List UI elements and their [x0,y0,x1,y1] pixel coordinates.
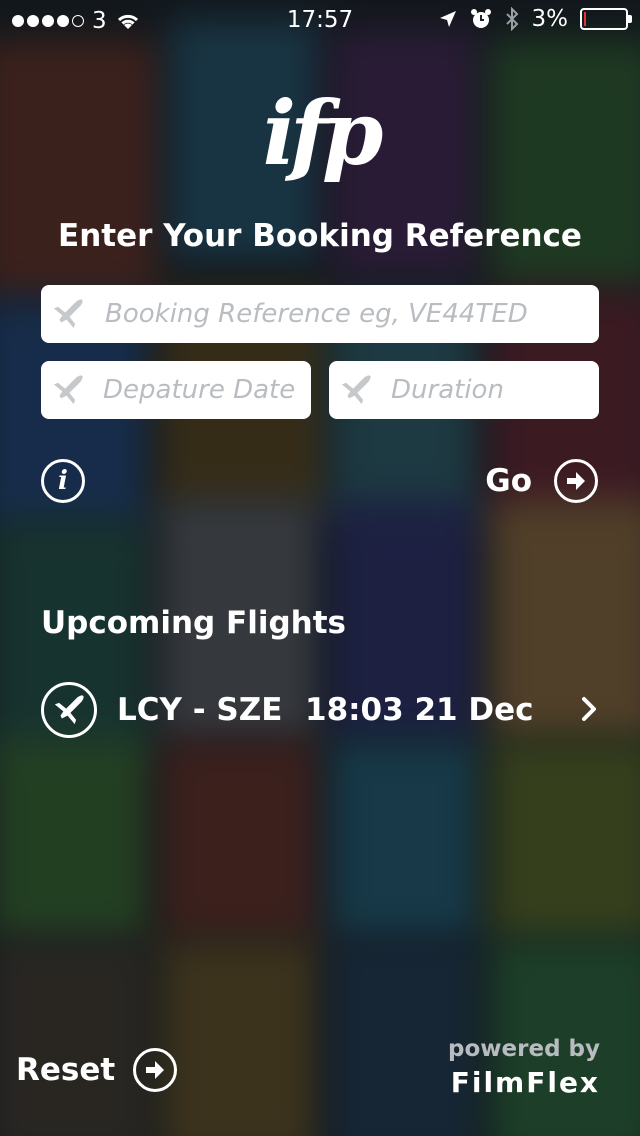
airplane-icon [53,375,83,405]
flight-route: LCY - SZE [117,692,283,728]
flight-time: 18:03 21 Dec [305,692,534,728]
info-button[interactable]: i [41,459,85,503]
powered-by-label: powered by [448,1036,600,1062]
arrow-right-circle-icon [133,1048,178,1092]
reset-button[interactable]: Reset [16,1048,178,1092]
powered-by-logo: powered by FilmFlex [448,1036,600,1099]
departure-date-placeholder: Depature Date [103,375,296,405]
duration-placeholder: Duration [391,375,504,405]
info-icon: i [58,466,68,496]
booking-title: Enter Your Booking Reference [58,218,582,254]
brand-name: FilmFlex [450,1066,600,1099]
battery-level [584,12,586,26]
alarm-icon [470,9,491,28]
status-right-group: 3% [438,6,632,32]
booking-reference-field[interactable]: Booking Reference eg, VE44TED [41,285,599,343]
upcoming-flights-heading: Upcoming Flights [41,605,346,641]
battery-icon [580,8,632,30]
booking-reference-placeholder: Booking Reference eg, VE44TED [105,299,528,329]
battery-percent: 3% [531,6,569,32]
reset-label: Reset [16,1052,116,1088]
airplane-icon [41,682,97,738]
flight-list-item[interactable]: LCY - SZE 18:03 21 Dec [41,682,601,738]
status-bar: 3 17:57 3% [0,0,640,40]
duration-field[interactable]: Duration [329,361,599,419]
departure-date-field[interactable]: Depature Date [41,361,311,419]
arrow-right-circle-icon [554,459,598,503]
go-button[interactable]: Go [485,459,598,503]
app-logo: ifp [262,81,384,185]
go-label: Go [485,463,532,499]
airplane-icon [53,299,83,329]
chevron-right-icon [582,697,596,721]
airplane-icon [341,375,371,405]
location-arrow-icon [439,11,456,27]
bluetooth-icon [505,7,518,31]
